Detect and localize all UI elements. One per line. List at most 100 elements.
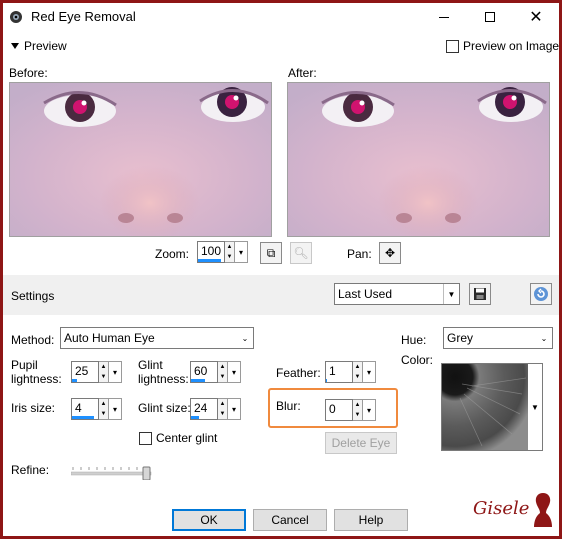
chevron-down-icon: ▼ bbox=[443, 284, 459, 304]
maximize-button[interactable] bbox=[467, 3, 513, 31]
iris-arrows[interactable]: ▲ ▼ bbox=[99, 398, 109, 420]
ok-label: OK bbox=[200, 513, 218, 527]
glint-lightness-arrows[interactable]: ▲ ▼ bbox=[218, 361, 228, 383]
move-icon: ✥ bbox=[384, 246, 396, 260]
color-label: Color: bbox=[401, 353, 434, 367]
zoom-spinner[interactable]: 100 ▲ ▼ ▾ bbox=[197, 241, 248, 263]
ok-button[interactable]: OK bbox=[172, 509, 246, 531]
pupil-lightness-value[interactable]: 25 bbox=[71, 361, 99, 383]
glint-lightness-label: Glint lightness: bbox=[138, 358, 189, 386]
after-label: After: bbox=[288, 66, 317, 80]
iris-size-value[interactable]: 4 bbox=[71, 398, 99, 420]
lady-silhouette-icon bbox=[534, 493, 552, 527]
save-preset-button[interactable] bbox=[469, 283, 491, 305]
title-bar: Red Eye Removal ✕ bbox=[3, 3, 559, 31]
preset-select[interactable]: Last Used ▼ bbox=[334, 283, 460, 305]
glint-size-label: Glint size: bbox=[138, 401, 191, 415]
preview-toggle[interactable]: Preview bbox=[11, 39, 67, 53]
pupil-label-line1: Pupil bbox=[11, 358, 38, 372]
red-eye-removal-dialog: Red Eye Removal ✕ Preview Preview on Ima… bbox=[0, 0, 562, 539]
close-button[interactable]: ✕ bbox=[513, 3, 559, 31]
feather-label: Feather: bbox=[276, 366, 321, 380]
preview-on-image-label: Preview on Image bbox=[463, 39, 560, 53]
iris-size-spinner[interactable]: 4 ▲ ▼ ▾ bbox=[71, 398, 122, 420]
close-icon: ✕ bbox=[529, 9, 543, 26]
blur-arrows[interactable]: ▲ ▼ bbox=[353, 399, 363, 421]
hue-label: Hue: bbox=[401, 333, 427, 347]
watermark-signature: Gisele bbox=[473, 498, 530, 519]
delete-eye-button[interactable]: Delete Eye bbox=[325, 432, 397, 454]
method-value: Auto Human Eye bbox=[64, 331, 155, 345]
glint-size-arrows[interactable]: ▲ ▼ bbox=[218, 398, 228, 420]
zoom-arrows[interactable]: ▲ ▼ bbox=[225, 241, 235, 263]
pupil-lightness-spinner[interactable]: 25 ▲ ▼ ▾ bbox=[71, 361, 122, 383]
before-preview-image[interactable] bbox=[9, 82, 272, 237]
zoom-fit-icon: ⧉ bbox=[266, 245, 276, 260]
chevron-down-icon: ⌄ bbox=[241, 333, 249, 343]
blur-spinner[interactable]: 0 ▲ ▼ ▾ bbox=[325, 399, 376, 421]
refine-slider-track bbox=[71, 471, 152, 476]
glint-size-dropdown[interactable]: ▾ bbox=[228, 398, 241, 420]
refine-label: Refine: bbox=[11, 463, 50, 477]
glint-lightness-dropdown[interactable]: ▾ bbox=[228, 361, 241, 383]
method-label: Method: bbox=[11, 333, 55, 347]
preview-on-image-checkbox[interactable] bbox=[446, 39, 459, 53]
before-label: Before: bbox=[9, 66, 48, 80]
chevron-down-icon: ⌄ bbox=[540, 333, 548, 343]
blur-value[interactable]: 0 bbox=[325, 399, 353, 421]
pan-button[interactable]: ✥ bbox=[379, 242, 401, 264]
delete-eye-label: Delete Eye bbox=[331, 436, 391, 450]
iris-color-swatch[interactable]: ▼ bbox=[441, 363, 543, 451]
glint-label-line2: lightness: bbox=[138, 372, 189, 386]
grey-iris-icon bbox=[442, 364, 528, 450]
color-dropdown-arrow[interactable]: ▼ bbox=[528, 364, 542, 450]
settings-bar: Settings Last Used ▼ bbox=[3, 275, 559, 315]
pan-label: Pan: bbox=[347, 247, 372, 261]
maximize-icon bbox=[485, 12, 495, 22]
pupil-label-line2: lightness: bbox=[11, 372, 62, 386]
feather-spinner[interactable]: 1 ▲ ▼ ▾ bbox=[325, 361, 376, 383]
zoom-fit-button[interactable]: ⧉ bbox=[260, 242, 282, 264]
magnifier-icon: 🔍︎ bbox=[293, 246, 309, 260]
center-glint-checkbox[interactable] bbox=[139, 431, 152, 445]
iris-dropdown[interactable]: ▾ bbox=[109, 398, 122, 420]
refine-slider[interactable] bbox=[71, 466, 153, 480]
pupil-arrows[interactable]: ▲ ▼ bbox=[99, 361, 109, 383]
iris-size-label: Iris size: bbox=[11, 401, 56, 415]
refine-slider-thumb bbox=[142, 466, 151, 480]
before-face-image bbox=[10, 83, 271, 236]
blur-dropdown[interactable]: ▾ bbox=[363, 399, 376, 421]
settings-label: Settings bbox=[11, 289, 55, 303]
glint-lightness-value[interactable]: 60 bbox=[190, 361, 218, 383]
cancel-button[interactable]: Cancel bbox=[253, 509, 327, 531]
after-face-image bbox=[288, 83, 549, 236]
feather-value[interactable]: 1 bbox=[325, 361, 353, 383]
center-glint-option[interactable]: Center glint bbox=[139, 431, 217, 445]
collapse-triangle-icon bbox=[11, 43, 19, 49]
help-button[interactable]: Help bbox=[334, 509, 408, 531]
feather-arrows[interactable]: ▲ ▼ bbox=[353, 361, 363, 383]
glint-size-spinner[interactable]: 24 ▲ ▼ ▾ bbox=[190, 398, 241, 420]
pupil-dropdown[interactable]: ▾ bbox=[109, 361, 122, 383]
window-title: Red Eye Removal bbox=[31, 9, 136, 24]
zoom-value[interactable]: 100 bbox=[197, 241, 225, 263]
zoom-dropdown[interactable]: ▾ bbox=[235, 241, 248, 263]
glint-size-value[interactable]: 24 bbox=[190, 398, 218, 420]
glint-lightness-spinner[interactable]: 60 ▲ ▼ ▾ bbox=[190, 361, 241, 383]
method-select[interactable]: Auto Human Eye ⌄ bbox=[60, 327, 254, 349]
center-glint-label: Center glint bbox=[156, 431, 218, 445]
zoom-label: Zoom: bbox=[155, 247, 190, 261]
reset-icon bbox=[534, 287, 548, 301]
preview-on-image-option[interactable]: Preview on Image bbox=[446, 39, 559, 53]
hue-value: Grey bbox=[447, 331, 474, 345]
reset-button[interactable] bbox=[530, 283, 552, 305]
after-preview-image[interactable] bbox=[287, 82, 550, 237]
minimize-button[interactable] bbox=[421, 3, 467, 31]
hue-select[interactable]: Grey ⌄ bbox=[443, 327, 553, 349]
feather-dropdown[interactable]: ▾ bbox=[363, 361, 376, 383]
minimize-icon bbox=[439, 16, 449, 18]
glint-label-line1: Glint bbox=[138, 358, 163, 372]
pupil-lightness-label: Pupil lightness: bbox=[11, 358, 62, 386]
zoom-reset-button[interactable]: 🔍︎ bbox=[290, 242, 312, 264]
floppy-disk-icon bbox=[474, 288, 486, 300]
